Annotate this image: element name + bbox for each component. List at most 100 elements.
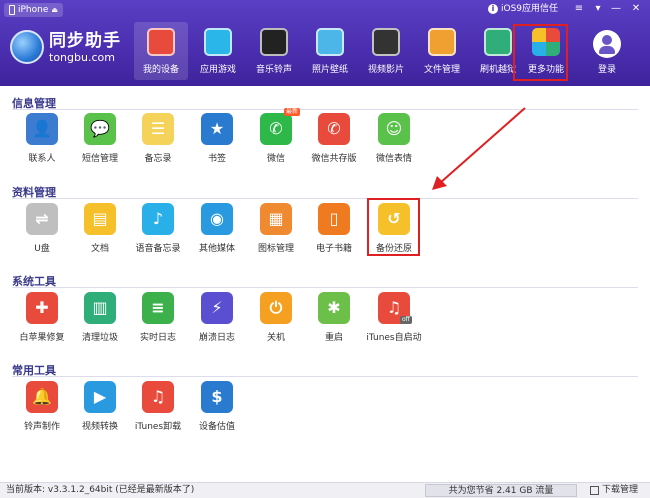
tile-label: 重启 bbox=[324, 333, 343, 343]
tile-realtime-log[interactable]: ≡ 实时日志 bbox=[130, 292, 186, 354]
trash-icon: ▥ bbox=[84, 292, 116, 324]
off-badge: off bbox=[400, 316, 412, 324]
tile-trash[interactable]: ▥ 清理垃圾 bbox=[72, 292, 128, 354]
section-divider bbox=[12, 109, 638, 110]
user-icon bbox=[593, 30, 621, 58]
tile-label: 微信表情 bbox=[375, 154, 412, 164]
tile-label: 崩溃日志 bbox=[198, 333, 235, 343]
app-store-icon bbox=[204, 28, 232, 56]
device-selector[interactable]: iPhone ⏏ bbox=[4, 3, 64, 17]
minimize-icon[interactable]: — bbox=[608, 2, 624, 16]
video-convert-icon: ▶ bbox=[84, 381, 116, 413]
tile-video-convert[interactable]: ▶ 视频转换 bbox=[72, 381, 128, 443]
logo-name: 同步助手 bbox=[49, 30, 121, 51]
tile-media[interactable]: ◉ 其他媒体 bbox=[189, 203, 245, 265]
crash-log-icon: ⚡ bbox=[201, 292, 233, 324]
nav-envelope[interactable]: 文件管理 bbox=[415, 22, 469, 80]
tile-smiley[interactable]: ☺ 微信表情 bbox=[366, 113, 422, 175]
ios-trust-label: iOS9应用信任 bbox=[501, 4, 559, 14]
vinyl-record-icon bbox=[260, 28, 288, 56]
tile-microphone[interactable]: ♪ 语音备忘录 bbox=[130, 203, 186, 265]
microphone-icon: ♪ bbox=[142, 203, 174, 235]
tile-crash-log[interactable]: ⚡ 崩溃日志 bbox=[189, 292, 245, 354]
section-divider bbox=[12, 198, 638, 199]
version-text: 当前版本: v3.3.1.2_64bit (已经是最新版本了) bbox=[6, 485, 195, 495]
wechat-dual-icon: ✆ bbox=[318, 113, 350, 145]
close-icon[interactable]: ✕ bbox=[628, 2, 644, 16]
tile-itunes-uninstall[interactable]: ♫ iTunes卸载 bbox=[130, 381, 186, 443]
folder-icon: ▤ bbox=[84, 203, 116, 235]
status-bar: 当前版本: v3.3.1.2_64bit (已经是最新版本了) 共为您节省 2.… bbox=[0, 482, 650, 498]
ios-trust-link[interactable]: i iOS9应用信任 bbox=[488, 2, 558, 16]
tile-restart[interactable]: ✱ 重启 bbox=[306, 292, 362, 354]
tile-label: 电子书籍 bbox=[315, 244, 352, 254]
notes-icon: ☰ bbox=[142, 113, 174, 145]
shirt-skin-icon[interactable]: ▾ bbox=[590, 2, 606, 16]
envelope-icon bbox=[428, 28, 456, 56]
smiley-icon: ☺ bbox=[378, 113, 410, 145]
tile-wechat-dual[interactable]: ✆ 微信共存版 bbox=[306, 113, 362, 175]
tile-notes[interactable]: ☰ 备忘录 bbox=[130, 113, 186, 175]
tile-label: iTunes卸载 bbox=[134, 422, 182, 432]
icon-grid-icon: ▦ bbox=[260, 203, 292, 235]
section-divider bbox=[12, 376, 638, 377]
nav-clapperboard[interactable]: 视频影片 bbox=[359, 22, 413, 80]
tile-bookmark[interactable]: ★ 书签 bbox=[189, 113, 245, 175]
device-name: iPhone bbox=[18, 5, 49, 15]
nav-store[interactable]: 我的设备 bbox=[134, 22, 188, 80]
new-badge: 最新 bbox=[284, 108, 301, 116]
tile-label: 备忘录 bbox=[144, 154, 172, 164]
nav-photo[interactable]: 照片壁纸 bbox=[303, 22, 357, 80]
tile-contacts[interactable]: 👤 联系人 bbox=[14, 113, 70, 175]
usb-drive-icon: ⇌ bbox=[26, 203, 58, 235]
traffic-saved: 共为您节省 2.41 GB 流量 bbox=[425, 484, 577, 497]
tile-icon-grid[interactable]: ▦ 图标管理 bbox=[248, 203, 304, 265]
tile-power[interactable]: ⏻ 关机 bbox=[248, 292, 304, 354]
title-bar: iPhone ⏏ i iOS9应用信任 ≡ ▾ — ✕ bbox=[0, 0, 650, 20]
tile-bell[interactable]: 🔔 铃声制作 bbox=[14, 381, 70, 443]
download-label: 下载管理 bbox=[602, 485, 639, 495]
menu-icon[interactable]: ≡ bbox=[571, 2, 587, 16]
tile-label: 微信共存版 bbox=[311, 154, 357, 164]
logo: 同步助手 tongbu.com bbox=[10, 30, 121, 64]
nav-label: 视频影片 bbox=[367, 65, 404, 75]
info-icon: i bbox=[488, 4, 498, 14]
phone-icon bbox=[9, 5, 15, 15]
backup-restore-highlight bbox=[367, 198, 420, 256]
more-features-highlight bbox=[513, 24, 568, 81]
tile-message[interactable]: 💬 短信管理 bbox=[72, 113, 128, 175]
valuation-icon: $ bbox=[201, 381, 233, 413]
tile-wechat[interactable]: ✆ 最新 微信 bbox=[248, 108, 304, 175]
store-icon bbox=[147, 28, 175, 56]
tile-label: 语音备忘录 bbox=[135, 244, 181, 254]
tile-folder[interactable]: ▤ 文档 bbox=[72, 203, 128, 265]
bookmark-icon: ★ bbox=[201, 113, 233, 145]
itunes-uninstall-icon: ♫ bbox=[142, 381, 174, 413]
nav-app-store[interactable]: 应用游戏 bbox=[191, 22, 245, 80]
tile-itunes-auto[interactable]: ♫ off iTunes自启动 bbox=[366, 292, 422, 354]
tile-valuation[interactable]: $ 设备估值 bbox=[189, 381, 245, 443]
apple-repair-icon: ✚ bbox=[26, 292, 58, 324]
section-divider bbox=[12, 287, 638, 288]
power-icon: ⏻ bbox=[260, 292, 292, 324]
download-manager-button[interactable]: 下载管理 bbox=[590, 483, 638, 498]
nav-user[interactable]: 登录 bbox=[580, 22, 634, 80]
clapperboard-icon bbox=[372, 28, 400, 56]
tile-apple-repair[interactable]: ✚ 白苹果修复 bbox=[14, 292, 70, 354]
download-icon bbox=[590, 486, 599, 495]
logo-mark-icon bbox=[10, 30, 44, 64]
tile-label: 设备估值 bbox=[198, 422, 235, 432]
media-icon: ◉ bbox=[201, 203, 233, 235]
tile-book[interactable]: ▯ 电子书籍 bbox=[306, 203, 362, 265]
eject-icon[interactable]: ⏏ bbox=[51, 3, 58, 17]
tile-usb-drive[interactable]: ⇌ U盘 bbox=[14, 203, 70, 265]
refresh-icon bbox=[484, 28, 512, 56]
tile-label: 实时日志 bbox=[139, 333, 176, 343]
nav-vinyl-record[interactable]: 音乐铃声 bbox=[247, 22, 301, 80]
tile-label: 其他媒体 bbox=[198, 244, 235, 254]
message-icon: 💬 bbox=[84, 113, 116, 145]
realtime-log-icon: ≡ bbox=[142, 292, 174, 324]
tile-label: iTunes自启动 bbox=[366, 333, 422, 343]
logo-domain: tongbu.com bbox=[49, 50, 115, 64]
nav-label: 照片壁纸 bbox=[311, 65, 348, 75]
